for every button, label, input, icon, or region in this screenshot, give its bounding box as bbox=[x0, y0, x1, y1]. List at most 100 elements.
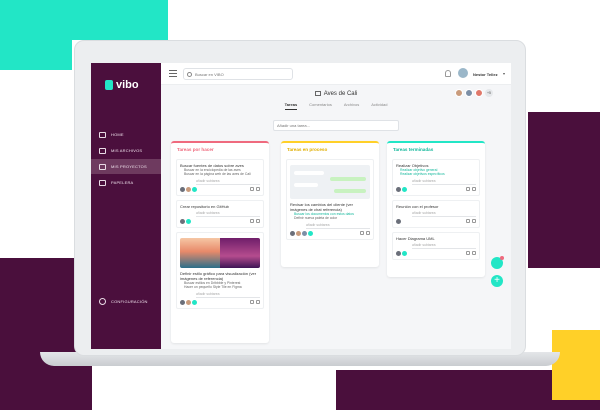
menu-icon[interactable] bbox=[169, 70, 177, 77]
column-por-hacer: Tareas por hacer Buscar fuentes de datos… bbox=[171, 141, 269, 343]
card-avatars bbox=[290, 230, 313, 236]
card-avatars bbox=[180, 186, 197, 192]
subtask-item[interactable]: Hacer un pequeño Style Tile en Figma bbox=[180, 285, 260, 289]
task-title: Definir estilo gráfico para visualizació… bbox=[180, 270, 257, 281]
sidebar-item-label: HOME bbox=[111, 132, 124, 137]
card-footer bbox=[396, 186, 476, 192]
avatar bbox=[396, 250, 401, 256]
avatar bbox=[396, 218, 401, 224]
delete-icon[interactable] bbox=[472, 219, 476, 224]
add-subtask-input[interactable]: añadir subtarea bbox=[412, 211, 476, 217]
tab-tareas[interactable]: Tareas bbox=[284, 102, 298, 110]
file-icon bbox=[99, 147, 106, 154]
sidebar-item-configuracion[interactable]: CONFIGURACIÓN bbox=[99, 298, 148, 305]
reference-image-landscape bbox=[180, 237, 220, 268]
subtask-item[interactable]: Realizar objetivos específicos bbox=[396, 172, 476, 176]
card-avatars bbox=[396, 186, 407, 192]
delete-icon[interactable] bbox=[472, 251, 476, 256]
member-count-badge[interactable]: +5 bbox=[485, 89, 493, 97]
avatar bbox=[180, 186, 185, 192]
add-subtask-input[interactable]: añadir subtarea bbox=[306, 223, 370, 229]
sidebar-item-mis-proyectos[interactable]: MIS PROYECTOS bbox=[91, 159, 161, 174]
task-title: Hacer Diagrama UML bbox=[396, 235, 435, 241]
card-avatars bbox=[180, 299, 197, 305]
edit-icon[interactable] bbox=[250, 187, 254, 192]
edit-icon[interactable] bbox=[466, 219, 470, 224]
edit-icon[interactable] bbox=[250, 219, 254, 224]
decor-yellow-block bbox=[552, 330, 600, 400]
app-logo[interactable]: vibo bbox=[105, 79, 139, 91]
tab-actividad[interactable]: Actividad bbox=[371, 102, 387, 110]
card-actions bbox=[250, 300, 260, 305]
sidebar-item-label: MIS ARCHIVOS bbox=[111, 148, 143, 153]
gear-icon bbox=[99, 298, 106, 305]
card-actions bbox=[250, 219, 260, 224]
task-card[interactable]: Realizar Objetivos Realizar objetivo gen… bbox=[392, 159, 480, 196]
task-card[interactable]: Definir estilo gráfico para visualizació… bbox=[176, 231, 264, 309]
card-avatars bbox=[180, 218, 191, 224]
task-card[interactable]: Revisar los cambios del cliente (ver imá… bbox=[286, 159, 374, 240]
user-name[interactable]: Nestor Tellez bbox=[473, 72, 498, 77]
edit-icon[interactable] bbox=[360, 231, 364, 236]
delete-icon[interactable] bbox=[366, 231, 370, 236]
subtask-item[interactable]: Buscar en la página web de las aves de C… bbox=[180, 172, 260, 176]
edit-icon[interactable] bbox=[250, 300, 254, 305]
tab-archivos[interactable]: Archivos bbox=[344, 102, 359, 110]
add-subtask-input[interactable]: añadir subtarea bbox=[196, 292, 260, 298]
task-card[interactable]: Crear repositorio en GitHub añadir subta… bbox=[176, 199, 264, 228]
avatar bbox=[402, 186, 407, 192]
card-footer bbox=[180, 299, 260, 305]
delete-icon[interactable] bbox=[472, 187, 476, 192]
folder-icon bbox=[99, 163, 106, 170]
search-box[interactable] bbox=[183, 68, 293, 80]
chat-bubble bbox=[330, 177, 366, 181]
task-card[interactable]: Buscar fuentes de datos sobre aves Busca… bbox=[176, 159, 264, 196]
card-footer bbox=[290, 230, 370, 236]
task-card[interactable]: Hacer Diagrama UML añadir subtarea bbox=[392, 231, 480, 260]
sidebar-item-papelera[interactable]: PAPELERA bbox=[91, 175, 161, 190]
add-subtask-input[interactable]: añadir subtarea bbox=[196, 211, 260, 217]
add-subtask-input[interactable]: añadir subtarea bbox=[412, 179, 476, 185]
avatar bbox=[308, 230, 313, 236]
avatar bbox=[186, 186, 191, 192]
sidebar-item-label: CONFIGURACIÓN bbox=[111, 299, 148, 304]
card-footer bbox=[396, 250, 476, 256]
home-icon bbox=[99, 131, 106, 138]
sidebar-item-mis-archivos[interactable]: MIS ARCHIVOS bbox=[91, 143, 161, 158]
card-actions bbox=[466, 219, 476, 224]
bell-icon[interactable] bbox=[445, 70, 451, 77]
task-card[interactable]: Reunión con el profesor añadir subtarea bbox=[392, 199, 480, 228]
chat-bubble bbox=[294, 183, 318, 187]
delete-icon[interactable] bbox=[256, 187, 260, 192]
tab-comentarios[interactable]: Comentarios bbox=[309, 102, 332, 110]
edit-icon[interactable] bbox=[466, 251, 470, 256]
task-reference-image[interactable] bbox=[290, 165, 370, 199]
subtask-item[interactable]: Definir nueva paleta de color bbox=[290, 216, 370, 220]
avatar bbox=[192, 186, 197, 192]
avatar bbox=[296, 230, 301, 236]
member-avatar[interactable] bbox=[455, 89, 463, 97]
add-subtask-input[interactable]: añadir subtarea bbox=[196, 179, 260, 185]
member-avatar[interactable] bbox=[465, 89, 473, 97]
card-avatars bbox=[396, 218, 401, 224]
delete-icon[interactable] bbox=[256, 300, 260, 305]
delete-icon[interactable] bbox=[256, 219, 260, 224]
add-subtask-input[interactable]: añadir subtarea bbox=[412, 243, 476, 249]
avatar[interactable] bbox=[457, 67, 469, 79]
card-actions bbox=[360, 231, 370, 236]
member-avatar[interactable] bbox=[475, 89, 483, 97]
card-footer bbox=[180, 218, 260, 224]
chevron-down-icon[interactable]: ▾ bbox=[503, 71, 505, 76]
task-reference-image[interactable] bbox=[180, 237, 260, 268]
project-icon bbox=[314, 91, 321, 96]
edit-icon[interactable] bbox=[466, 187, 470, 192]
avatar bbox=[186, 299, 191, 305]
project-tabs: Tareas Comentarios Archivos Actividad bbox=[161, 102, 511, 110]
add-task-input[interactable] bbox=[273, 120, 399, 131]
card-actions bbox=[250, 187, 260, 192]
add-button[interactable]: + bbox=[491, 275, 503, 287]
project-members[interactable]: +5 bbox=[455, 89, 493, 97]
sidebar-item-home[interactable]: HOME bbox=[91, 127, 161, 142]
avatar bbox=[180, 218, 185, 224]
search-input[interactable] bbox=[195, 71, 285, 77]
